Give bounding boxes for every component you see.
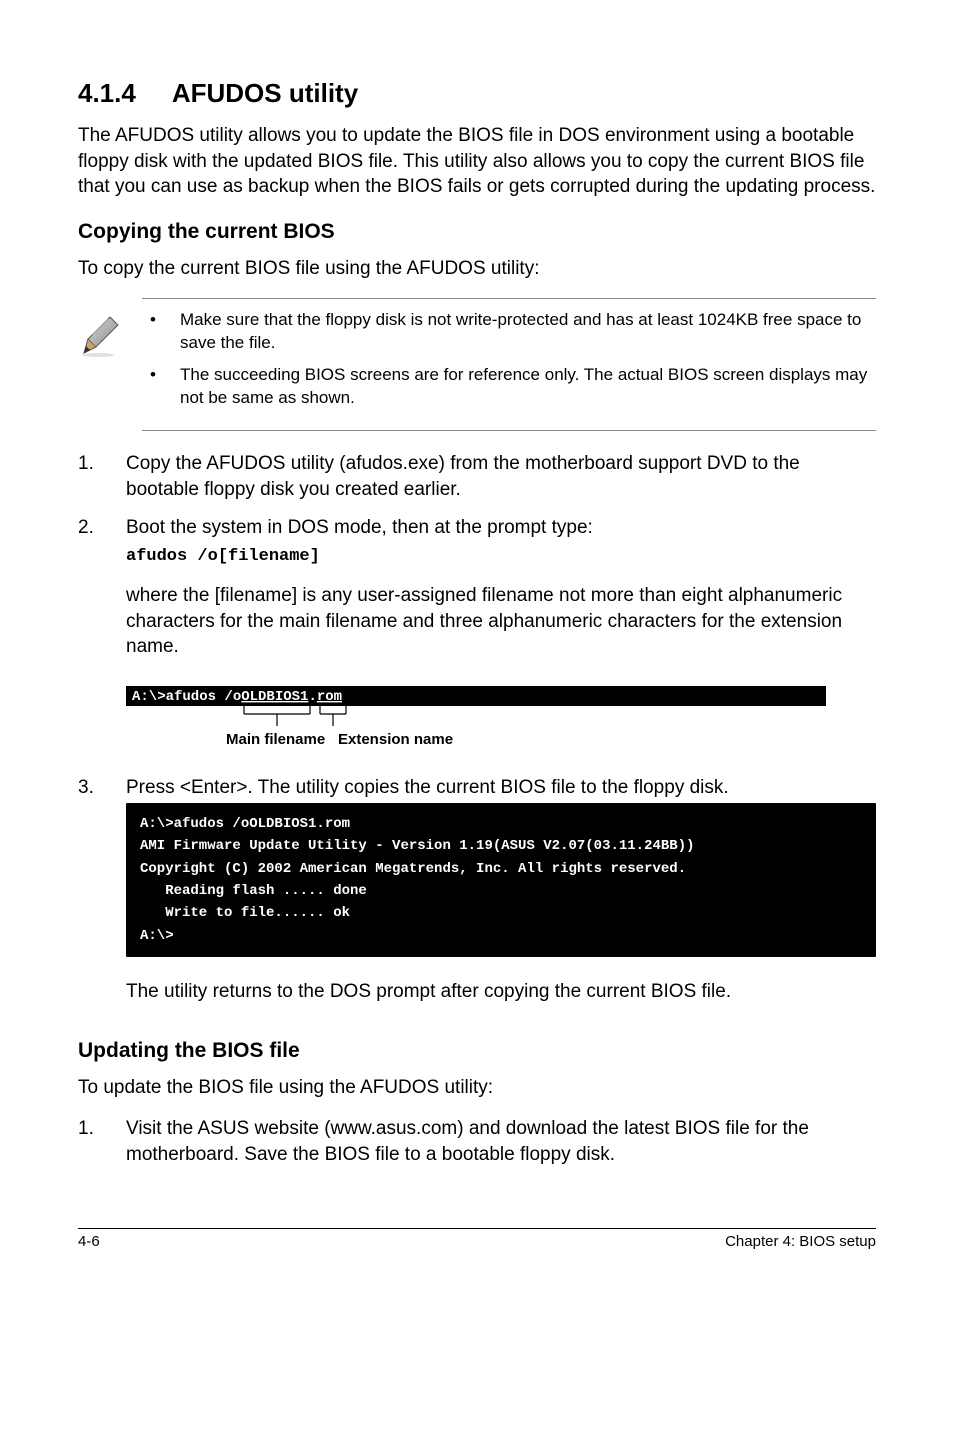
main-filename-label: Main filename bbox=[226, 731, 325, 748]
note-block: • Make sure that the floppy disk is not … bbox=[78, 298, 876, 432]
pencil-note-icon bbox=[78, 309, 142, 421]
step-number: 3. bbox=[78, 775, 126, 1019]
step-number: 1. bbox=[78, 451, 126, 502]
annotated-command-figure: A:\>afudos /oOLDBIOS1.rom Main filename … bbox=[126, 686, 876, 761]
updating-lead: To update the BIOS file using the AFUDOS… bbox=[78, 1075, 876, 1101]
step-text: Copy the AFUDOS utility (afudos.exe) fro… bbox=[126, 451, 876, 502]
note-text: The succeeding BIOS screens are for refe… bbox=[180, 364, 876, 410]
section-heading: 4.1.4 AFUDOS utility bbox=[78, 78, 876, 109]
section-number: 4.1.4 bbox=[78, 78, 136, 109]
step-text: Press <Enter>. The utility copies the cu… bbox=[126, 775, 876, 801]
terminal-output: A:\>afudos /oOLDBIOS1.rom AMI Firmware U… bbox=[126, 803, 876, 957]
note-rule-bottom bbox=[142, 430, 876, 431]
copying-heading: Copying the current BIOS bbox=[78, 220, 876, 244]
code-command: afudos /o[filename] bbox=[126, 546, 876, 569]
footer-chapter: Chapter 4: BIOS setup bbox=[725, 1233, 876, 1250]
step-number: 1. bbox=[78, 1116, 126, 1167]
note-item: • The succeeding BIOS screens are for re… bbox=[142, 364, 876, 410]
footer-page-number: 4-6 bbox=[78, 1233, 100, 1250]
step-number: 2. bbox=[78, 515, 126, 675]
page-footer: 4-6 Chapter 4: BIOS setup bbox=[78, 1228, 876, 1250]
copying-lead: To copy the current BIOS file using the … bbox=[78, 256, 876, 282]
section-title-text: AFUDOS utility bbox=[172, 78, 358, 108]
step-item: 1. Copy the AFUDOS utility (afudos.exe) … bbox=[78, 451, 876, 502]
annotated-cmd-text: A:\>afudos /oOLDBIOS1.rom bbox=[132, 689, 342, 705]
extension-name-label: Extension name bbox=[338, 731, 453, 748]
step-followup: where the [filename] is any user-assigne… bbox=[126, 583, 876, 660]
step-item: 2. Boot the system in DOS mode, then at … bbox=[78, 515, 876, 675]
note-item: • Make sure that the floppy disk is not … bbox=[142, 309, 876, 355]
updating-heading: Updating the BIOS file bbox=[78, 1039, 876, 1063]
note-text: Make sure that the floppy disk is not wr… bbox=[180, 309, 876, 355]
after-terminal-text: The utility returns to the DOS prompt af… bbox=[126, 979, 876, 1005]
step-text: Visit the ASUS website (www.asus.com) an… bbox=[126, 1116, 876, 1167]
step-item: 1. Visit the ASUS website (www.asus.com)… bbox=[78, 1116, 876, 1167]
step-text: Boot the system in DOS mode, then at the… bbox=[126, 515, 876, 541]
bullet-icon: • bbox=[142, 364, 180, 410]
bullet-icon: • bbox=[142, 309, 180, 355]
step-item: 3. Press <Enter>. The utility copies the… bbox=[78, 775, 876, 1019]
intro-paragraph: The AFUDOS utility allows you to update … bbox=[78, 123, 876, 200]
